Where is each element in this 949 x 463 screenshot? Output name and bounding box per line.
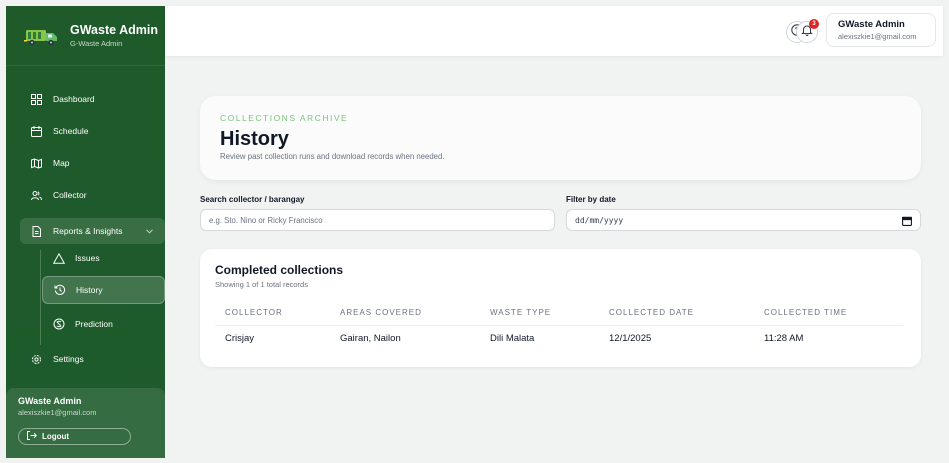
submenu-tree-line [40, 250, 41, 345]
column-header-waste-type: WASTE TYPE [490, 308, 552, 317]
calendar-icon [30, 125, 43, 138]
sidebar-item-label: Map [53, 158, 70, 168]
page-title: History [220, 128, 289, 150]
page-eyebrow: COLLECTIONS ARCHIVE [220, 113, 349, 123]
sidebar-subitem-issues[interactable]: Issues [42, 244, 165, 272]
sidebar-item-label: Issues [75, 253, 100, 263]
table-subtitle: Showing 1 of 1 total records [215, 280, 308, 289]
brand-title: GWaste Admin [70, 23, 158, 37]
sidebar-user-name-text: GWaste Admin [18, 396, 82, 406]
column-header-time: COLLECTED TIME [764, 308, 848, 317]
date-filter-label: Filter by date [566, 195, 616, 204]
warning-icon [52, 252, 65, 265]
topbar-user-name: GWaste Admin [838, 19, 905, 30]
dashboard-grid-icon [30, 93, 43, 106]
cell-collector: Crisjay [225, 333, 255, 344]
sidebar-item-label: History [76, 285, 103, 295]
file-icon [30, 225, 43, 238]
search-input[interactable]: e.g. Sto. Nino or Ricky Francisco [200, 209, 555, 231]
garbage-truck-icon [24, 25, 60, 47]
cell-time: 11:28 AM [764, 333, 804, 344]
sidebar: GWaste Admin G-Waste Admin Dashboard Sch… [6, 6, 165, 458]
chevron-down-icon [146, 226, 153, 236]
logout-icon [27, 431, 38, 442]
column-header-collector: COLLECTOR [225, 308, 283, 317]
sidebar-item-label: Prediction [75, 319, 113, 329]
sidebar-item-map[interactable]: Map [20, 150, 165, 176]
page-header-card: COLLECTIONS ARCHIVE History Review past … [200, 96, 921, 180]
sidebar-item-schedule[interactable]: Schedule [20, 118, 165, 144]
sidebar-item-dashboard[interactable]: Dashboard [20, 86, 165, 112]
topbar-user-card[interactable]: GWaste Admin alexiszkie1@gmail.com [826, 13, 936, 47]
sidebar-item-settings[interactable]: Settings [20, 346, 165, 372]
users-icon [30, 189, 43, 202]
sidebar-item-label: Settings [53, 354, 84, 364]
calendar-picker-icon[interactable] [902, 216, 912, 228]
map-icon [30, 157, 43, 170]
page-description: Review past collection runs and download… [220, 152, 445, 161]
date-filter-value: dd/mm/yyyy [575, 215, 624, 225]
cell-date: 12/1/2025 [609, 333, 652, 344]
brand-subtitle: G-Waste Admin [70, 39, 123, 48]
gear-icon [30, 353, 43, 366]
logout-button[interactable]: Logout [18, 428, 131, 445]
search-label: Search collector / barangay [200, 195, 305, 204]
table-title: Completed collections [215, 263, 344, 277]
completed-collections-card: Completed collections Showing 1 of 1 tot… [200, 249, 921, 367]
sidebar-item-collector[interactable]: Collector [20, 182, 165, 208]
prediction-icon [52, 318, 65, 331]
notifications-bell-button[interactable]: 3 [796, 19, 819, 43]
history-icon [53, 284, 66, 297]
table-header-divider [215, 325, 903, 326]
date-filter-input[interactable]: dd/mm/yyyy [566, 209, 921, 231]
column-header-areas: AREAS COVERED [340, 308, 422, 317]
brand[interactable]: GWaste Admin G-Waste Admin [6, 6, 165, 66]
topbar-user-email: alexiszkie1@gmail.com [838, 32, 917, 41]
column-header-date: COLLECTED DATE [609, 308, 694, 317]
notification-badge: 3 [809, 19, 819, 29]
sidebar-item-label: Reports & Insights [53, 226, 123, 236]
sidebar-item-label: Dashboard [53, 94, 95, 104]
sidebar-item-label: Schedule [53, 126, 89, 136]
sidebar-item-reports[interactable]: Reports & Insights [20, 218, 165, 244]
cell-waste-type: Dili Malata [490, 333, 535, 344]
sidebar-user-email: alexiszkie1@gmail.com [18, 408, 97, 417]
cell-areas: Gairan, Nailon [340, 333, 401, 344]
sidebar-subitem-prediction[interactable]: Prediction [42, 310, 165, 338]
logout-label: Logout [42, 432, 70, 441]
sidebar-item-label: Collector [53, 190, 87, 200]
sidebar-subitem-history[interactable]: History [42, 276, 165, 304]
